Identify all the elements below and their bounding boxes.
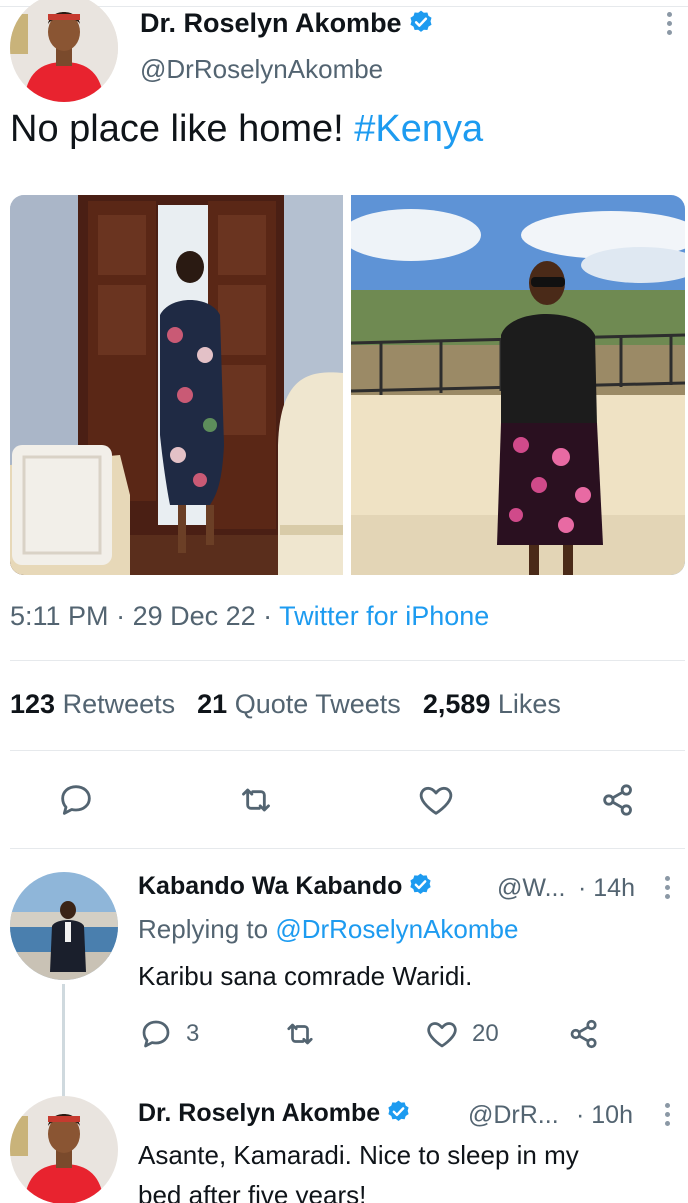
tweet-time[interactable]: 5:11 PM [10, 601, 109, 631]
thread-line [62, 984, 65, 1096]
reply-retweet-button[interactable] [282, 1016, 318, 1052]
share-icon [570, 1019, 597, 1049]
tweet-source-link[interactable]: Twitter for iPhone [279, 601, 489, 631]
retweet-icon [287, 1023, 313, 1045]
divider [10, 848, 685, 849]
reply-time[interactable]: · 10h [576, 1101, 633, 1130]
retweets-label[interactable]: Retweets [63, 689, 176, 719]
likes-label[interactable]: Likes [498, 689, 561, 719]
quotes-count[interactable]: 21 [197, 689, 227, 719]
replying-to: Replying to @DrRoselynAkombe [138, 914, 518, 945]
reply-text-line-2: bed after five years! [138, 1180, 367, 1203]
quotes-stat[interactable]: 21 Quote Tweets [197, 689, 401, 719]
reply-text: Karibu sana comrade Waridi. [138, 961, 473, 991]
tweet-stats: 123 Retweets 21 Quote Tweets 2,589 Likes [10, 689, 583, 720]
reply-share-button[interactable] [566, 1016, 602, 1052]
author-handle[interactable]: @DrRoselynAkombe [140, 54, 383, 85]
reply-handle[interactable]: @DrR... [468, 1101, 559, 1130]
reply-icon [142, 1020, 170, 1048]
share-button[interactable] [598, 780, 638, 820]
likes-stat[interactable]: 2,589 Likes [423, 689, 561, 719]
tweet-photo-1[interactable] [10, 195, 343, 575]
top-divider [0, 6, 688, 7]
like-button[interactable] [416, 780, 456, 820]
reply-button[interactable] [56, 780, 96, 820]
like-icon [427, 1022, 457, 1048]
avatar-photo [10, 0, 118, 102]
tweet-timestamp: 5:11 PM · 29 Dec 22 · Twitter for iPhone [10, 601, 490, 631]
reply-count: 3 [186, 1020, 200, 1047]
reply-author-name-text[interactable]: Dr. Roselyn Akombe [138, 1099, 380, 1127]
reply-like-button[interactable]: 20 [424, 1016, 499, 1052]
hashtag-link[interactable]: #Kenya [354, 108, 483, 150]
quotes-label[interactable]: Quote Tweets [235, 689, 401, 719]
more-options-icon[interactable] [662, 1103, 672, 1126]
avatar-photo [10, 1096, 118, 1203]
reply-text-line-1: Asante, Kamaradi. Nice to sleep in my [138, 1140, 579, 1170]
photo-balcony [351, 195, 685, 575]
likes-count[interactable]: 2,589 [423, 689, 491, 719]
reply-handle[interactable]: @W... [497, 874, 565, 903]
tweet-photo-2[interactable] [351, 195, 685, 575]
reply-avatar[interactable] [10, 1096, 118, 1203]
verified-badge-icon [410, 873, 431, 894]
retweet-icon [242, 788, 270, 812]
retweets-count[interactable]: 123 [10, 689, 55, 719]
verified-badge-icon [410, 10, 432, 32]
more-options-icon[interactable] [664, 12, 674, 35]
retweet-button[interactable] [236, 780, 276, 820]
photo-doorway [10, 195, 343, 575]
reply-author-name[interactable]: Kabando Wa Kabando [138, 872, 433, 901]
tweet-date[interactable]: 29 Dec 22 [133, 601, 256, 631]
avatar-photo [10, 872, 118, 980]
divider [10, 660, 685, 661]
reply-avatar[interactable] [10, 872, 118, 980]
divider [10, 750, 685, 751]
more-options-icon[interactable] [662, 876, 672, 899]
retweets-stat[interactable]: 123 Retweets [10, 689, 175, 719]
verified-badge-icon [388, 1100, 409, 1121]
replying-prefix: Replying to [138, 914, 276, 944]
like-icon [419, 786, 453, 815]
reply-author-name[interactable]: Dr. Roselyn Akombe [138, 1099, 411, 1128]
reply-author-name-text[interactable]: Kabando Wa Kabando [138, 872, 402, 900]
reply-time[interactable]: · 14h [578, 874, 635, 903]
tweet-body: No place like home! [10, 108, 355, 150]
share-icon [603, 784, 632, 816]
reply-reply-button[interactable]: 3 [138, 1016, 199, 1052]
author-name[interactable]: Dr. Roselyn Akombe [140, 8, 434, 39]
like-count: 20 [472, 1020, 499, 1047]
reply-icon [61, 785, 91, 815]
replying-to-link[interactable]: @DrRoselynAkombe [275, 914, 518, 944]
tweet-text: No place like home! #Kenya [10, 108, 483, 151]
author-name-text[interactable]: Dr. Roselyn Akombe [140, 8, 402, 38]
author-avatar[interactable] [10, 0, 118, 102]
